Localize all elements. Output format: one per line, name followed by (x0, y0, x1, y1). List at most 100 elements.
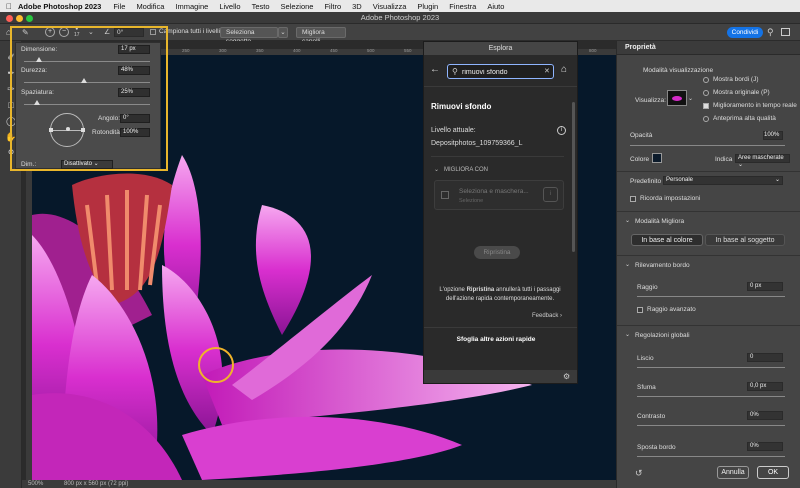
view-thumbnail[interactable] (667, 90, 687, 106)
remember-checkbox[interactable] (630, 196, 636, 202)
menu-testo[interactable]: Testo (252, 2, 270, 11)
item-info-icon[interactable]: i (543, 187, 558, 202)
workspace-icon[interactable] (781, 28, 790, 36)
global-chevron-icon[interactable]: ⌄ (625, 331, 630, 338)
hq-preview-radio[interactable] (703, 116, 709, 122)
indicates-label: Indica (715, 156, 733, 163)
explore-title: Rimuovi sfondo (431, 102, 492, 111)
scrollbar[interactable] (572, 102, 575, 252)
feather-label: Sfuma (637, 384, 656, 391)
remember-label: Ricorda impostazioni (640, 195, 701, 202)
menu-selezione[interactable]: Selezione (281, 2, 314, 11)
menu-immagine[interactable]: Immagine (175, 2, 208, 11)
refine-mode-label: Modalità Migliora (635, 218, 685, 225)
refine-mask-item[interactable]: Seleziona e maschera... Selezione i (434, 180, 564, 210)
smart-radius-label: Raggio avanzato (647, 306, 696, 313)
select-subject-button[interactable]: Seleziona soggetto (220, 27, 278, 45)
menu-livello[interactable]: Livello (219, 2, 240, 11)
smooth-label: Liscio (637, 355, 654, 362)
search-box[interactable]: ⚲ ✕ (447, 64, 554, 79)
opacity-slider[interactable] (630, 145, 785, 146)
menu-finestra[interactable]: Finestra (449, 2, 476, 11)
share-button[interactable]: Condividi (727, 27, 763, 38)
doc-size: 800 px x 560 px (72 ppi) (64, 481, 129, 487)
opacity-field[interactable]: 100% (763, 131, 783, 140)
select-subject-chevron-icon[interactable]: ⌄ (278, 27, 288, 38)
preset-value: Personale (666, 177, 694, 183)
clear-search-icon[interactable]: ✕ (544, 67, 550, 75)
feather-field[interactable]: 0,0 px (747, 382, 783, 391)
refine-hair-button[interactable]: Migliora capelli (296, 27, 346, 45)
info-icon[interactable]: i (557, 126, 566, 135)
zoom-window-icon[interactable] (26, 15, 33, 22)
home-icon[interactable]: ⌂ (561, 64, 567, 75)
shift-edge-field[interactable]: 0% (747, 442, 783, 451)
reset-icon[interactable]: ↺ (635, 468, 643, 479)
show-edges-label: Mostra bordi (J) (713, 76, 759, 83)
refine-mode-chevron-icon[interactable]: ⌄ (625, 217, 630, 224)
ruler-tick: 550 (404, 48, 412, 53)
by-color-button[interactable]: In base al colore (631, 234, 703, 246)
window-titlebar: Adobe Photoshop 2023 (0, 12, 800, 24)
contrast-field[interactable]: 0% (747, 411, 783, 420)
color-swatch[interactable] (652, 153, 662, 163)
menu-app-name[interactable]: Adobe Photoshop 2023 (18, 2, 101, 11)
browse-more-link[interactable]: Sfoglia altre azioni rapide (424, 336, 568, 343)
ruler-tick: 400 (293, 48, 301, 53)
ruler-tick: 450 (330, 48, 338, 53)
contrast-slider[interactable] (637, 425, 785, 426)
ruler-tick: 500 (367, 48, 375, 53)
menu-file[interactable]: File (113, 2, 125, 11)
preset-select[interactable]: Personale ⌄ (663, 176, 783, 185)
ok-button[interactable]: OK (757, 466, 789, 479)
by-subject-button[interactable]: In base al soggetto (705, 234, 785, 246)
explore-header[interactable]: Esplora (424, 42, 577, 55)
zoom-level[interactable]: 500% (28, 480, 43, 488)
radius-slider[interactable] (637, 296, 785, 297)
search-input[interactable] (462, 67, 540, 77)
shift-edge-slider[interactable] (637, 456, 785, 457)
menu-filtro[interactable]: Filtro (324, 2, 341, 11)
smooth-field[interactable]: 0 (747, 353, 783, 362)
smooth-slider[interactable] (637, 367, 785, 368)
ruler-tick: 800 (589, 48, 597, 53)
item-title: Seleziona e maschera... (459, 188, 529, 195)
window-title: Adobe Photoshop 2023 (360, 13, 440, 22)
radius-label: Raggio (637, 284, 658, 291)
gear-icon[interactable]: ⚙ (563, 372, 570, 381)
back-arrow-icon[interactable]: ← (430, 64, 440, 75)
sample-all-label: Campiona tutti i livelli (159, 28, 221, 35)
menu-visualizza[interactable]: Visualizza (373, 2, 407, 11)
feedback-label: Feedback (532, 313, 559, 319)
item-subtitle: Selezione (459, 198, 484, 204)
radius-field[interactable]: 0 px (747, 282, 783, 291)
improve-with-chevron-icon[interactable]: ⌄ (434, 166, 439, 173)
show-original-radio[interactable] (703, 90, 709, 96)
menu-aiuto[interactable]: Aiuto (487, 2, 504, 11)
cancel-button[interactable]: Annulla (717, 466, 749, 479)
apple-icon[interactable]:  (0, 2, 18, 11)
properties-panel: Proprietà Modalità visualizzazione Visua… (616, 41, 800, 488)
smart-radius-checkbox[interactable] (637, 307, 643, 313)
minimize-window-icon[interactable] (16, 15, 23, 22)
feather-slider[interactable] (637, 396, 785, 397)
edge-detect-chevron-icon[interactable]: ⌄ (625, 261, 630, 268)
close-window-icon[interactable] (6, 15, 13, 22)
view-chevron-icon[interactable]: ⌄ (688, 95, 693, 102)
menu-3d[interactable]: 3D (352, 2, 362, 11)
menu-plugin[interactable]: Plugin (417, 2, 438, 11)
show-edges-radio[interactable] (703, 77, 709, 83)
contrast-label: Contrasto (637, 413, 666, 420)
color-label: Colore (630, 156, 650, 163)
search-icon[interactable]: ⚲ (767, 27, 774, 38)
view-mode-label: Modalità visualizzazione (643, 67, 714, 74)
improve-with-label: MIGLIORA CON (444, 167, 489, 173)
properties-title: Proprietà (625, 44, 656, 51)
realtime-checkbox[interactable] (703, 103, 709, 109)
indicates-select[interactable]: Aree mascherate ⌄ (735, 154, 790, 168)
current-layer-label: Livello attuale: (431, 127, 476, 134)
feedback-link[interactable]: Feedback › (532, 313, 562, 319)
restore-button[interactable]: Ripristina (474, 246, 520, 259)
show-original-label: Mostra originale (P) (713, 89, 770, 96)
menu-modifica[interactable]: Modifica (136, 2, 164, 11)
